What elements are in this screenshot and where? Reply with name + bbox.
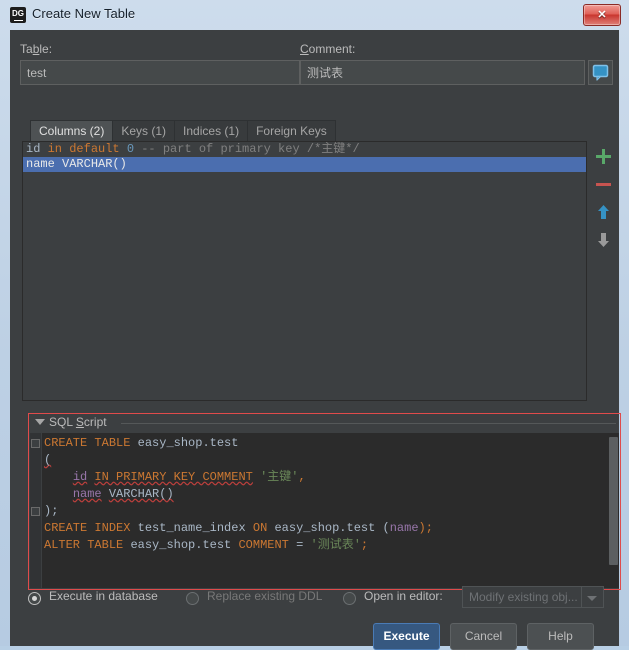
fold-close-icon[interactable] xyxy=(31,507,40,516)
create-table-dialog: DG Create New Table ✕ Table: Comment: Co… xyxy=(0,0,629,650)
column-type: VARCHAR() xyxy=(62,157,127,171)
code-line: CREATE INDEX test_name_index ON easy_sho… xyxy=(44,520,605,537)
table-label: Table: xyxy=(20,42,53,56)
tab-indices[interactable]: Indices (1) xyxy=(174,120,249,142)
sql-code-editor[interactable]: CREATE TABLE easy_shop.test( id IN PRIMA… xyxy=(30,433,619,588)
kw-primary-key-comment: IN PRIMARY KEY COMMENT xyxy=(94,470,253,484)
title-bar: DG Create New Table ✕ xyxy=(0,0,629,30)
label-replace-existing-ddl[interactable]: Replace existing DDL xyxy=(207,589,322,603)
editor-gutter xyxy=(30,433,42,588)
columns-toolbar xyxy=(588,141,619,401)
close-paren: ); xyxy=(44,504,59,518)
code-line: ( xyxy=(44,452,605,469)
radio-execute-in-database[interactable] xyxy=(28,592,41,605)
str-zhujian: '主键' xyxy=(260,470,299,484)
equals: = xyxy=(296,538,304,552)
column-default: 0 xyxy=(126,142,135,156)
index-col: name xyxy=(389,521,419,535)
add-icon[interactable] xyxy=(592,145,614,167)
col-id: id xyxy=(72,470,88,484)
obj-name: easy_shop.test xyxy=(137,436,239,450)
output-options: Execute in database Replace existing DDL… xyxy=(28,586,621,616)
chevron-down-icon[interactable] xyxy=(35,419,45,425)
kw-create: CREATE xyxy=(44,436,88,450)
obj-name-3: easy_shop.test xyxy=(130,538,232,552)
window-title: Create New Table xyxy=(32,6,136,21)
open-paren-2: ( xyxy=(382,521,390,535)
sql-script-panel: SQL Script CREATE TABLE easy_shop.test( … xyxy=(28,413,621,590)
kw-table: TABLE xyxy=(94,436,131,450)
table-name-input[interactable] xyxy=(20,60,300,85)
kw-alter: ALTER xyxy=(44,538,81,552)
label-execute-in-database[interactable]: Execute in database xyxy=(49,589,158,603)
sql-editor-scrollbar[interactable] xyxy=(609,437,618,565)
code-line: id IN PRIMARY KEY COMMENT '主键', xyxy=(44,469,605,486)
dropdown-value: Modify existing obj... xyxy=(469,590,578,604)
kw-table-2: TABLE xyxy=(87,538,124,552)
columns-list[interactable]: id in default 0 -- part of primary key /… xyxy=(22,141,587,401)
close-paren-2: ); xyxy=(418,521,433,535)
column-name: id xyxy=(26,142,41,156)
code-line: ALTER TABLE easy_shop.test COMMENT = '测试… xyxy=(44,537,605,554)
sql-code: CREATE TABLE easy_shop.test( id IN PRIMA… xyxy=(44,435,605,554)
dialog-body: Table: Comment: Columns (2)Keys (1)Indic… xyxy=(10,30,621,650)
column-comment: -- part of primary key /*主键*/ xyxy=(141,142,360,156)
code-line: name VARCHAR() xyxy=(44,486,605,503)
tab-keys[interactable]: Keys (1) xyxy=(112,120,176,142)
open-paren: ( xyxy=(44,453,52,467)
kw-on: ON xyxy=(252,521,268,535)
comment-label: Comment: xyxy=(300,42,356,56)
editor-tabs: Columns (2) Keys (1) Indices (1) Foreign Ke… xyxy=(30,120,336,142)
column-keyword: in default xyxy=(47,142,120,156)
obj-name-2: easy_shop.test xyxy=(274,521,376,535)
table-row[interactable]: name VARCHAR() xyxy=(23,157,586,172)
label-open-in-editor[interactable]: Open in editor: xyxy=(364,589,443,603)
move-down-icon[interactable] xyxy=(592,229,614,251)
close-button[interactable]: ✕ xyxy=(583,4,621,26)
semicolon: ; xyxy=(360,538,369,552)
dropdown-divider xyxy=(581,587,582,607)
existing-object-dropdown[interactable]: Modify existing obj... xyxy=(462,586,604,608)
tab-columns[interactable]: Columns (2) xyxy=(30,120,114,142)
kw-create-2: CREATE xyxy=(44,521,88,535)
type-varchar: VARCHAR() xyxy=(108,487,174,501)
comment-input[interactable] xyxy=(300,60,585,85)
radio-open-in-editor[interactable] xyxy=(343,592,356,605)
code-line: CREATE TABLE easy_shop.test xyxy=(44,435,605,452)
datagrip-icon: DG xyxy=(10,7,26,23)
sql-script-label: SQL Script xyxy=(49,415,107,429)
fold-open-icon[interactable] xyxy=(31,439,40,448)
move-up-icon[interactable] xyxy=(592,201,614,223)
sql-script-header[interactable]: SQL Script xyxy=(29,414,620,432)
radio-replace-existing-ddl[interactable] xyxy=(186,592,199,605)
comment-bubble-icon[interactable] xyxy=(588,60,613,85)
chevron-down-icon[interactable] xyxy=(587,596,597,601)
tab-foreign-keys[interactable]: Foreign Keys xyxy=(247,120,336,142)
code-line: ); xyxy=(44,503,605,520)
index-name: test_name_index xyxy=(137,521,246,535)
kw-comment: COMMENT xyxy=(238,538,289,552)
remove-icon[interactable] xyxy=(592,173,614,195)
str-ceshibiao: '测试表' xyxy=(310,538,361,552)
kw-index: INDEX xyxy=(94,521,131,535)
col-name: name xyxy=(72,487,102,501)
comma: , xyxy=(298,470,306,484)
table-row[interactable]: id in default 0 -- part of primary key /… xyxy=(23,142,586,157)
header-divider xyxy=(121,423,616,424)
column-name: name xyxy=(26,157,55,171)
